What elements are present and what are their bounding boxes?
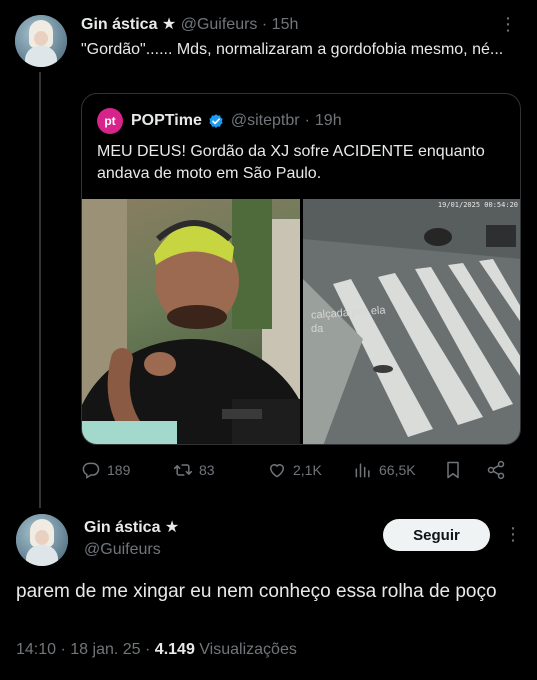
retweet-button[interactable]: 83: [173, 460, 215, 480]
meta-separator-dot: ·: [60, 641, 66, 658]
bookmark-button[interactable]: [443, 460, 463, 480]
share-button[interactable]: [486, 460, 506, 480]
reply-count: 189: [107, 462, 131, 478]
quoted-time[interactable]: 19h: [315, 112, 342, 130]
bookmark-icon: [447, 461, 459, 479]
main-tweet-text: parem de me xingar eu nem conheço essa r…: [16, 581, 497, 602]
main-author-name[interactable]: Gin ástica ★: [84, 517, 179, 537]
reply-time[interactable]: 15h: [272, 16, 299, 33]
reply-author-handle[interactable]: @Guifeurs: [181, 16, 258, 33]
reply-icon: [82, 462, 100, 479]
reply-button[interactable]: 189: [81, 460, 130, 480]
main-views-count: 4.149: [154, 641, 195, 658]
poptime-logo-avatar[interactable]: pt: [97, 108, 123, 134]
main-tweet-time[interactable]: 14:10: [16, 641, 56, 658]
main-more-dots-icon[interactable]: ⋮: [504, 524, 522, 545]
quoted-separator-dot: ·: [304, 112, 310, 129]
main-author-avatar[interactable]: [16, 514, 68, 566]
follow-button[interactable]: Seguir: [383, 519, 490, 551]
views-button[interactable]: 66,5K: [353, 460, 416, 480]
main-tweet-date[interactable]: 18 jan. 25: [70, 641, 140, 658]
verified-badge-icon: [209, 114, 223, 128]
photo-man-with-helmet[interactable]: [82, 199, 300, 444]
reply-author-name[interactable]: Gin ástica ★: [81, 16, 176, 33]
reply-author-avatar[interactable]: [15, 15, 67, 67]
video-caption-line-2: da: [311, 323, 324, 335]
like-count: 2,1K: [293, 462, 322, 478]
tweet-action-bar: 189 83 2,1K 66,5K: [81, 458, 521, 484]
heart-icon: [270, 464, 284, 478]
reply-separator-dot: ·: [261, 16, 268, 33]
share-icon: [487, 460, 505, 480]
main-author-handle[interactable]: @Guifeurs: [84, 541, 161, 559]
photo-accident-street[interactable]: 19/01/2025 00:54:20 calçada por ela da: [303, 199, 520, 444]
thread-connector-line: [39, 72, 41, 508]
retweet-icon: [173, 464, 193, 476]
reply-tweet-header: Gin ástica ★ @Guifeurs · 15h: [81, 14, 298, 34]
street-crosswalk-illustration: [303, 199, 520, 444]
man-with-helmet-illustration: [82, 199, 300, 444]
quoted-tweet-header: pt POPTime @siteptbr · 19h: [97, 108, 342, 134]
retweet-count: 83: [199, 462, 215, 478]
reply-tweet-text: "Gordão"...... Mds, normalizaram a gordo…: [81, 41, 504, 58]
quoted-tweet-text: MEU DEUS! Gordão da XJ sofre ACIDENTE en…: [97, 143, 485, 182]
quoted-tweet-card[interactable]: pt POPTime @siteptbr · 19h MEU DEUS! Gor…: [81, 93, 521, 445]
like-button[interactable]: 2,1K: [267, 460, 322, 480]
views-count: 66,5K: [379, 462, 416, 478]
main-tweet-meta: 14:10 · 18 jan. 25 · 4.149 Visualizações: [16, 641, 297, 659]
analytics-icon: [355, 463, 370, 478]
reply-more-dots-icon[interactable]: ⋮: [499, 14, 517, 35]
cctv-timestamp: 19/01/2025 00:54:20: [437, 201, 518, 209]
quoted-author-name[interactable]: POPTime: [131, 112, 202, 130]
quoted-author-handle[interactable]: @siteptbr: [231, 112, 300, 130]
meta-separator-dot: ·: [145, 641, 151, 658]
quoted-media-grid: 19/01/2025 00:54:20 calçada por ela da: [82, 199, 520, 444]
main-views-label: Visualizações: [199, 641, 297, 658]
